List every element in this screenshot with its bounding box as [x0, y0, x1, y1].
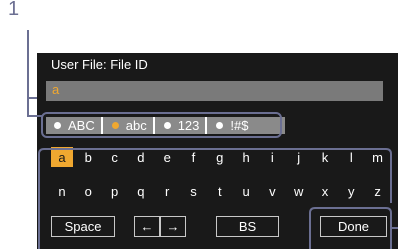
- done-button[interactable]: Done: [320, 216, 387, 237]
- key-i[interactable]: i: [261, 147, 283, 167]
- backspace-button[interactable]: BS: [216, 216, 279, 237]
- radio-dot-icon: [216, 122, 224, 129]
- key-w[interactable]: w: [288, 181, 310, 201]
- key-g[interactable]: g: [209, 147, 231, 167]
- screen-title: User File: File ID: [51, 57, 148, 72]
- key-s[interactable]: s: [182, 181, 204, 201]
- key-f[interactable]: f: [182, 147, 204, 167]
- key-r[interactable]: r: [156, 181, 178, 201]
- mode-label: !#$: [230, 118, 249, 133]
- mode-label: ABC: [68, 118, 95, 133]
- key-a[interactable]: a: [51, 147, 73, 167]
- radio-dot-icon: [54, 122, 61, 129]
- key-u[interactable]: u: [235, 181, 257, 201]
- key-c[interactable]: c: [104, 147, 126, 167]
- key-x[interactable]: x: [314, 181, 336, 201]
- key-j[interactable]: j: [288, 147, 310, 167]
- key-k[interactable]: k: [314, 147, 336, 167]
- keyboard-row: nopqrstuvwxyz: [51, 181, 393, 201]
- callout-number: 1: [8, 0, 20, 20]
- cursor-left-button[interactable]: ←: [134, 216, 160, 237]
- mode-symbols[interactable]: !#$: [210, 117, 254, 134]
- key-l[interactable]: l: [340, 147, 362, 167]
- key-n[interactable]: n: [51, 181, 73, 201]
- file-id-input-screen: User File: File ID a ABC abc 123 !#$ abc…: [37, 53, 398, 249]
- key-t[interactable]: t: [209, 181, 231, 201]
- key-b[interactable]: b: [77, 147, 99, 167]
- mode-numbers[interactable]: 123: [158, 117, 208, 134]
- key-d[interactable]: d: [130, 147, 152, 167]
- key-e[interactable]: e: [156, 147, 178, 167]
- key-q[interactable]: q: [130, 181, 152, 201]
- key-y[interactable]: y: [340, 181, 362, 201]
- radio-dot-icon: [111, 122, 119, 129]
- mode-label: abc: [125, 118, 147, 133]
- space-button[interactable]: Space: [51, 216, 115, 237]
- file-id-value: a: [52, 82, 60, 97]
- key-h[interactable]: h: [235, 147, 257, 167]
- key-o[interactable]: o: [77, 181, 99, 201]
- key-m[interactable]: m: [367, 147, 389, 167]
- key-z[interactable]: z: [367, 181, 389, 201]
- mode-label: 123: [177, 118, 200, 133]
- keyboard-row: abcdefghijklm: [51, 147, 393, 167]
- character-mode-bar: ABC abc 123 !#$: [46, 117, 285, 134]
- key-v[interactable]: v: [261, 181, 283, 201]
- mode-lower[interactable]: abc: [106, 117, 155, 134]
- file-id-field[interactable]: a: [46, 81, 383, 101]
- radio-dot-icon: [163, 122, 171, 129]
- cursor-right-button[interactable]: →: [160, 216, 186, 237]
- mode-upper[interactable]: ABC: [48, 117, 103, 134]
- key-p[interactable]: p: [104, 181, 126, 201]
